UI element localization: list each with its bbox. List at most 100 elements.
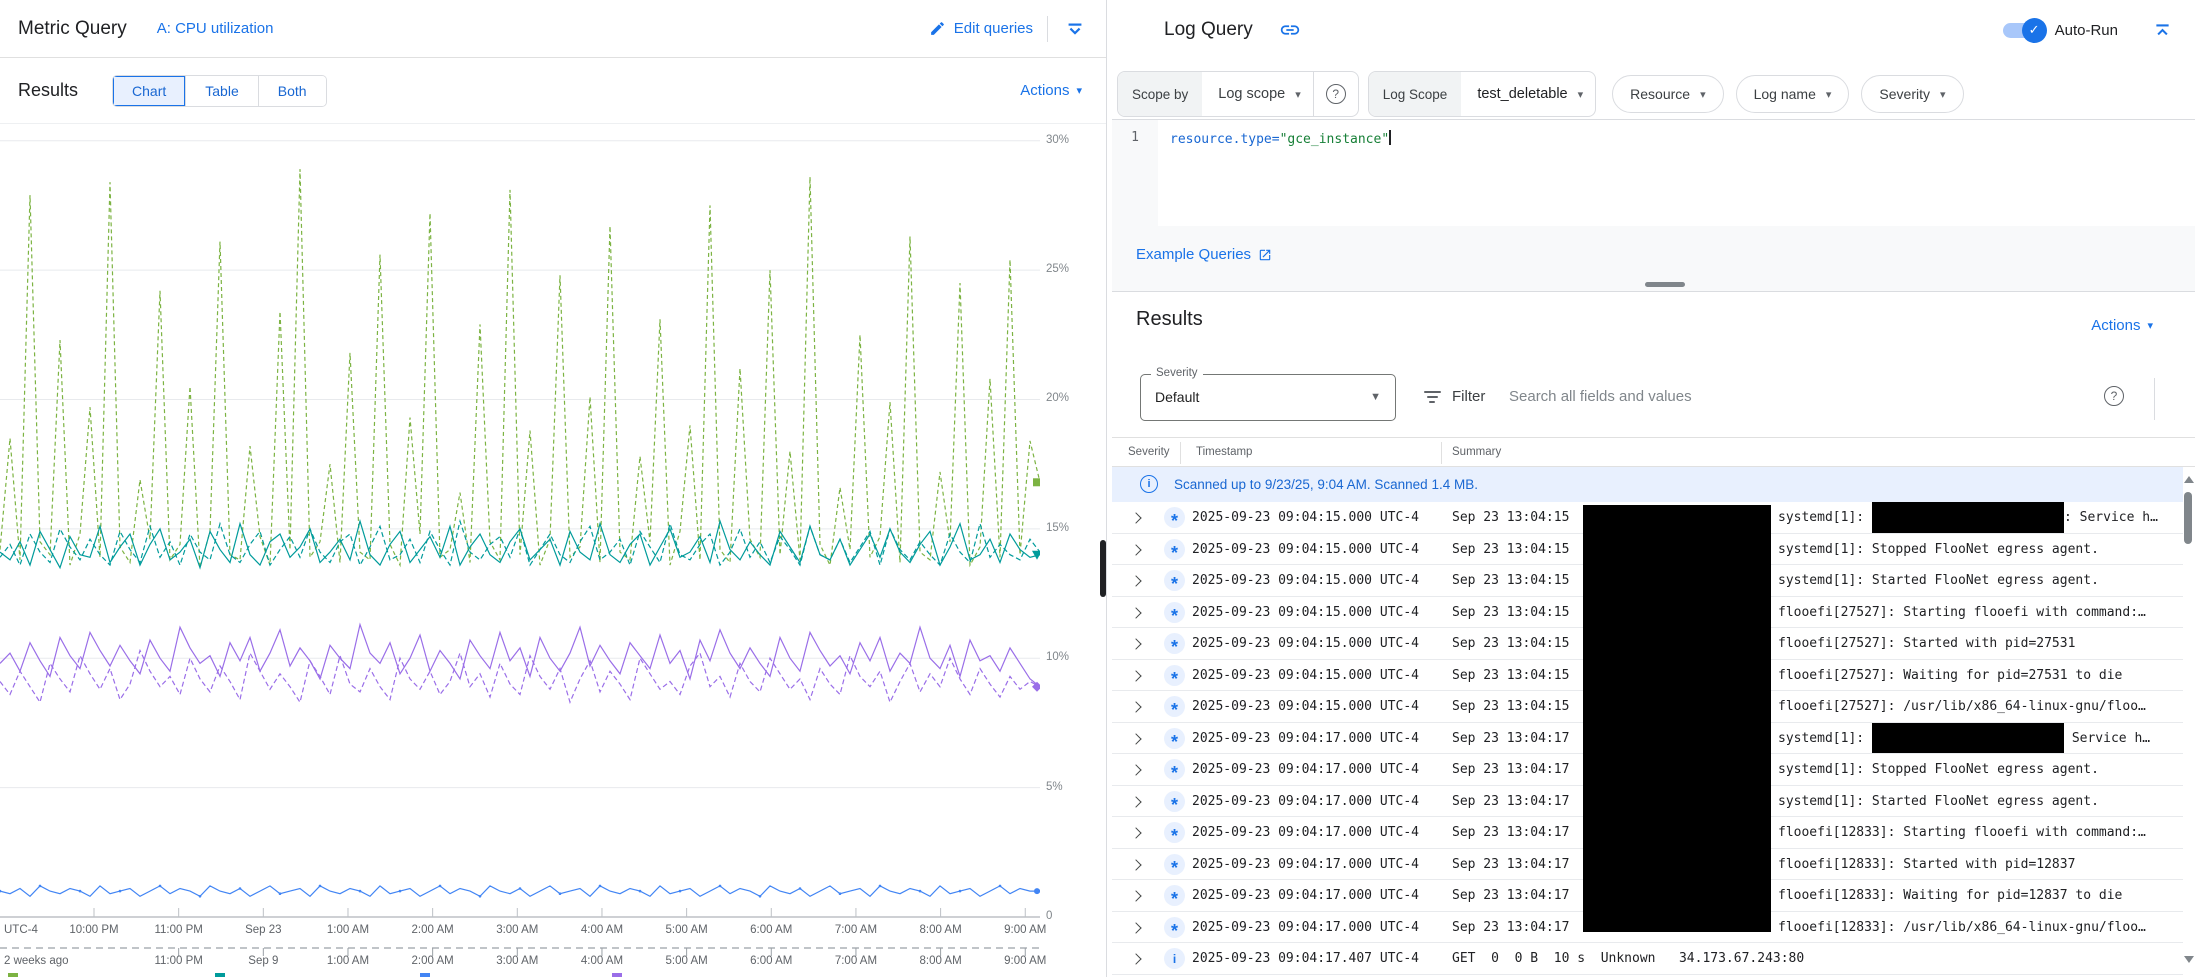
expand-row-chevron-icon[interactable] <box>1130 922 1141 933</box>
filter-search-input[interactable]: Search all fields and values <box>1509 388 1692 405</box>
log-actions-button[interactable]: Actions ▾ <box>2085 316 2159 335</box>
log-query-panel: Log Query ✓ Auto-Run Scope by Log scope … <box>1112 0 2195 977</box>
log-timestamp: 2025-09-23 09:04:17.000 UTC-4 <box>1192 731 1419 746</box>
expand-row-chevron-icon[interactable] <box>1130 796 1141 807</box>
auto-run-toggle[interactable]: ✓ <box>2003 23 2043 38</box>
log-timestamp: 2025-09-23 09:04:17.000 UTC-4 <box>1192 888 1419 903</box>
expand-row-chevron-icon[interactable] <box>1130 890 1141 901</box>
pill-resource[interactable]: Resource▾ <box>1612 75 1723 113</box>
log-row[interactable]: i 2025-09-23 09:04:17.407 UTC-4 GET 0 0 B … <box>1112 943 2183 975</box>
view-tab-both[interactable]: Both <box>258 76 326 106</box>
panel-resize-grip[interactable] <box>1100 540 1106 597</box>
section-drag-handle[interactable] <box>1645 282 1685 287</box>
filter-row-divider <box>2154 378 2155 420</box>
log-timestamp: 2025-09-23 09:04:15.000 UTC-4 <box>1192 668 1419 683</box>
redaction-box <box>1872 723 2064 754</box>
example-queries-link[interactable]: Example Queries <box>1136 246 1272 263</box>
link-icon <box>1279 29 1301 44</box>
expand-row-chevron-icon[interactable] <box>1130 827 1141 838</box>
expand-row-chevron-icon[interactable] <box>1130 859 1141 870</box>
x-axis-tick-label: 2:00 AM <box>412 924 454 936</box>
collapse-metric-panel-button[interactable] <box>1062 16 1088 42</box>
expand-row-chevron-icon[interactable] <box>1130 607 1141 618</box>
severity-info-icon: i <box>1164 948 1185 969</box>
metric-actions-label: Actions <box>1020 82 1069 99</box>
pill-log-name[interactable]: Log name▾ <box>1736 75 1850 113</box>
log-scope-value-dropdown[interactable]: test_deletable ▾ <box>1461 86 1595 102</box>
log-timestamp: 2025-09-23 09:04:17.407 UTC-4 <box>1192 951 1419 966</box>
comparison-axis-tick-label: 8:00 AM <box>919 955 961 967</box>
column-header-timestamp[interactable]: Timestamp <box>1196 446 1252 458</box>
view-tab-table[interactable]: Table <box>185 76 257 106</box>
log-scope-label: Log Scope <box>1369 72 1462 116</box>
log-query-header: Log Query ✓ Auto-Run <box>1112 0 2195 60</box>
log-summary-message: systemd[1]: Started FlooNet egress agent… <box>1778 573 2099 588</box>
expand-row-chevron-icon[interactable] <box>1130 701 1141 712</box>
log-query-editor[interactable]: 1 resource.type="gce_instance" <box>1112 119 2195 226</box>
log-summary-received: GET 0 0 B 10 s Unknown 34.173.67.243:80 <box>1452 951 1804 966</box>
view-tab-chart[interactable]: Chart <box>113 76 185 106</box>
expand-row-chevron-icon[interactable] <box>1130 764 1141 775</box>
scope-help-icon[interactable]: ? <box>1326 84 1346 104</box>
column-divider[interactable] <box>1441 442 1442 464</box>
copy-link-button[interactable] <box>1279 19 1301 41</box>
expand-row-chevron-icon[interactable] <box>1130 544 1141 555</box>
y-axis-tick-label: 30% <box>1046 134 1069 146</box>
comparison-axis-tick-label: 3:00 AM <box>496 955 538 967</box>
log-summary-message: flooefi[12833]: Starting flooefi with co… <box>1778 825 2146 840</box>
text-cursor <box>1389 130 1391 145</box>
comparison-axis-tick-label: 6:00 AM <box>750 955 792 967</box>
metric-query-chip[interactable]: A: CPU utilization <box>157 20 274 37</box>
log-summary-received: Sep 23 13:04:15 <box>1452 636 1569 651</box>
scroll-up-arrow[interactable] <box>2184 476 2194 483</box>
log-timestamp: 2025-09-23 09:04:15.000 UTC-4 <box>1192 510 1419 525</box>
expand-row-chevron-icon[interactable] <box>1130 575 1141 586</box>
column-header-summary[interactable]: Summary <box>1452 446 1501 458</box>
legend-swatch <box>8 973 18 977</box>
y-axis-tick-label: 0 <box>1046 910 1052 922</box>
pill-severity[interactable]: Severity▾ <box>1861 75 1963 113</box>
scroll-down-arrow[interactable] <box>2184 956 2194 963</box>
edit-pencil-icon <box>929 20 946 37</box>
log-summary-received: Sep 23 13:04:17 <box>1452 731 1569 746</box>
log-scope-dropdown-value: Log scope <box>1218 86 1285 102</box>
column-header-severity[interactable]: Severity <box>1128 446 1170 458</box>
log-scope-value: test_deletable <box>1477 86 1567 102</box>
log-table-header: Severity Timestamp Summary <box>1112 437 2195 467</box>
scrollbar-thumb[interactable] <box>2184 492 2192 544</box>
collapse-log-panel-button[interactable] <box>2150 18 2175 43</box>
log-filter-pills: Resource▾ Log name▾ Severity▾ <box>1612 75 1963 113</box>
log-scope-dropdown[interactable]: Log scope ▾ <box>1202 86 1312 102</box>
legend-swatch <box>215 973 225 977</box>
expand-row-chevron-icon[interactable] <box>1130 638 1141 649</box>
comparison-axis-label: 2 weeks ago <box>4 955 69 967</box>
severity-default-icon: * <box>1164 791 1185 812</box>
log-rows-list: * 2025-09-23 09:04:15.000 UTC-4 Sep 23 13:… <box>1112 502 2183 977</box>
chart-plot-area[interactable] <box>0 130 1040 977</box>
log-summary-received: Sep 23 13:04:15 <box>1452 699 1569 714</box>
severity-select[interactable]: Severity Default ▼ <box>1140 374 1396 421</box>
results-scrollbar[interactable] <box>2182 470 2195 977</box>
severity-default-icon: * <box>1164 728 1185 749</box>
chevron-down-icon: ▾ <box>1700 88 1706 101</box>
column-divider[interactable] <box>1180 442 1181 464</box>
expand-row-chevron-icon[interactable] <box>1130 670 1141 681</box>
log-actions-label: Actions <box>2091 317 2140 334</box>
editor-code-line[interactable]: resource.type="gce_instance" <box>1158 120 1391 226</box>
log-timestamp: 2025-09-23 09:04:17.000 UTC-4 <box>1192 794 1419 809</box>
expand-row-chevron-icon[interactable] <box>1130 512 1141 523</box>
chart-view-toggle: ChartTableBoth <box>112 75 327 107</box>
edit-queries-button[interactable]: Edit queries <box>929 20 1033 37</box>
expand-row-chevron-icon[interactable] <box>1130 733 1141 744</box>
expand-row-chevron-icon[interactable] <box>1130 953 1141 964</box>
cpu-utilization-chart[interactable]: 30%25%20%15%10%5%0 UTC-410:00 PM11:00 PM… <box>0 130 1106 977</box>
y-axis-tick-label: 10% <box>1046 651 1069 663</box>
dropdown-arrow-icon: ▼ <box>1370 391 1381 403</box>
chart-legend-clipped <box>0 971 1040 977</box>
chevron-down-icon: ▾ <box>1826 88 1832 101</box>
log-filter-row: Severity Default ▼ Filter Search all fie… <box>1112 360 2195 437</box>
chevron-down-icon: ▾ <box>1578 88 1584 101</box>
results-help-icon[interactable]: ? <box>2104 386 2124 406</box>
log-summary-message-post: Service h… <box>2064 731 2150 746</box>
metric-actions-button[interactable]: Actions ▾ <box>1014 81 1088 100</box>
